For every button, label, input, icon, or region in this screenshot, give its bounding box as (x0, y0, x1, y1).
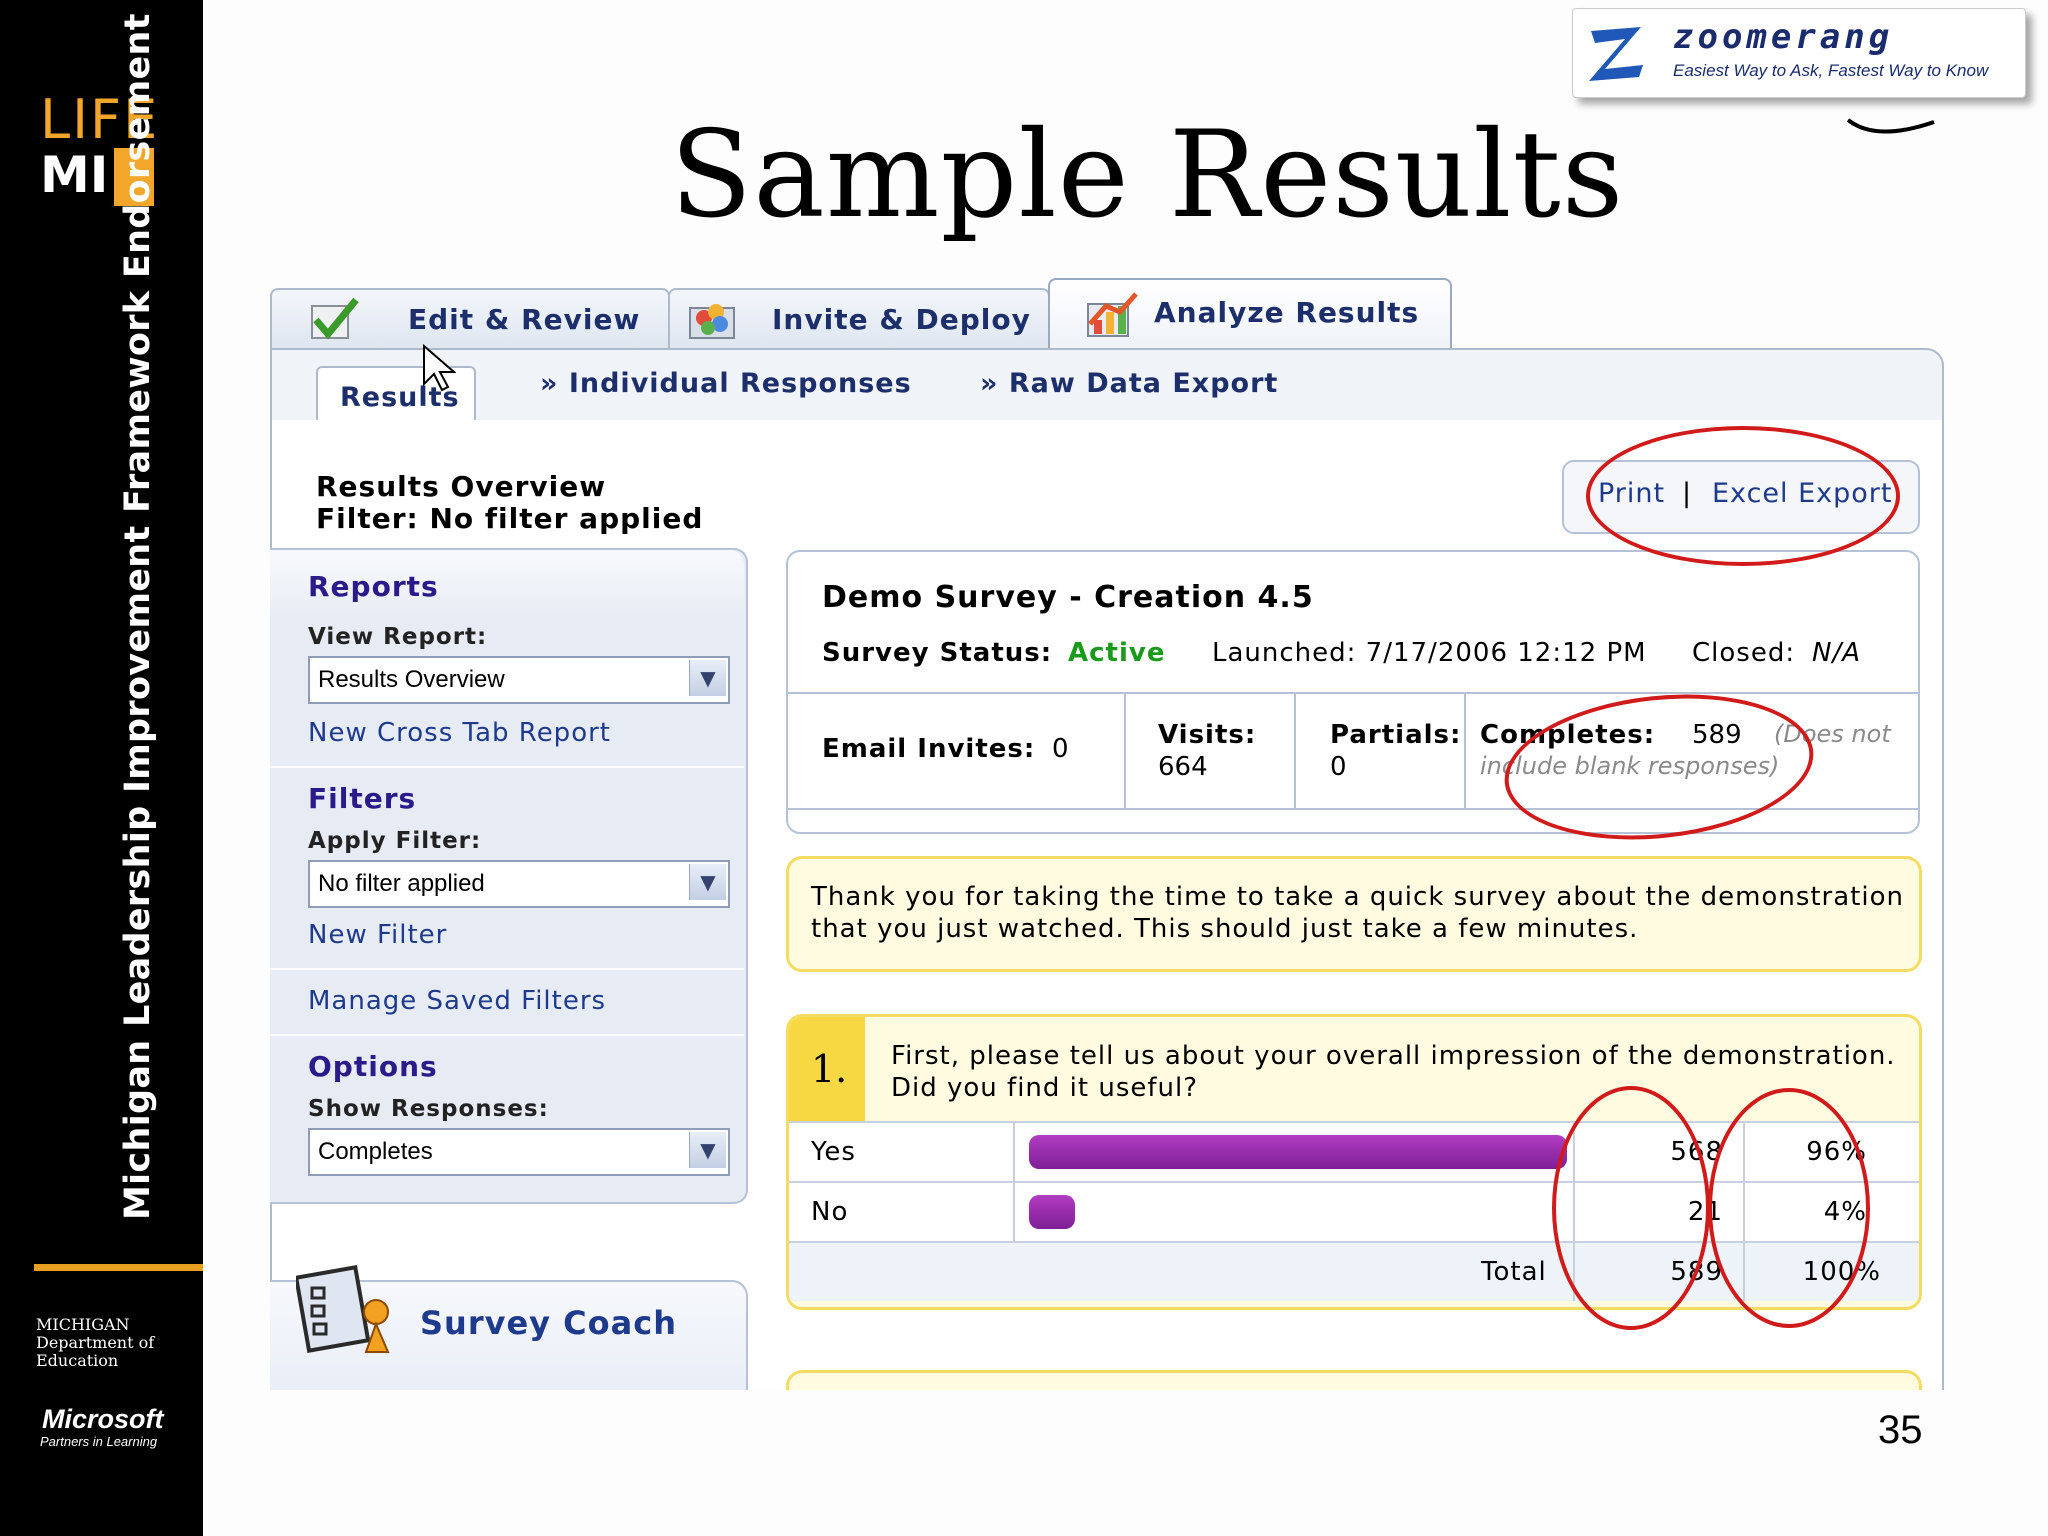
raw-data-export-link[interactable]: » Raw Data Export (980, 368, 1278, 399)
apply-filter-select[interactable]: No filter applied ▼ (308, 860, 730, 908)
side-title: Michigan Leadership Improvement Framewor… (118, 13, 158, 1220)
survey-coach-panel[interactable]: Survey Coach (270, 1265, 748, 1390)
annotation-circle (1552, 1086, 1710, 1330)
launched-date: Launched: 7/17/2006 12:12 PM (1212, 638, 1647, 668)
tab-edit-review[interactable]: Edit & Review (270, 288, 670, 348)
filter-status: Filter: No filter applied (316, 502, 704, 535)
survey-coach-label: Survey Coach (420, 1304, 677, 1342)
divider (270, 766, 744, 768)
question-text-line-1: First, please tell us about your overall… (891, 1041, 1896, 1071)
left-sidebar: Reports View Report: Results Overview ▼ … (270, 548, 748, 1204)
left-band: LIFE MI Michigan Leadership Improvement … (0, 0, 203, 1536)
tab-invite-deploy[interactable]: Invite & Deploy (668, 288, 1050, 348)
microsoft-logo: Microsoft (42, 1404, 164, 1434)
survey-status-label: Survey Status: (822, 638, 1053, 668)
view-report-select[interactable]: Results Overview ▼ (308, 656, 730, 704)
mi-logo-text: MI (40, 146, 109, 204)
zoomerang-logo: zoomerang Easiest Way to Ask, Fastest Wa… (1572, 8, 2026, 98)
zoomerang-tagline: Easiest Way to Ask, Fastest Way to Know (1673, 61, 1989, 80)
chart-icon (1087, 292, 1138, 337)
divider (1124, 694, 1126, 808)
page-number: 35 (1878, 1408, 1923, 1452)
chevron-down-icon[interactable]: ▼ (689, 864, 726, 900)
chevron-down-icon[interactable]: ▼ (689, 660, 726, 696)
closed-value: N/A (1812, 638, 1861, 668)
sub-navigation: » Individual Responses » Raw Data Export (270, 348, 1944, 422)
apply-filter-value: No filter applied (318, 870, 485, 897)
bar-cell (1013, 1123, 1575, 1181)
slide-title: Sample Results (670, 106, 1625, 245)
bar-cell (1013, 1183, 1575, 1241)
response-bar (1029, 1195, 1075, 1229)
zoomerang-z-icon (1589, 27, 1643, 81)
speech-tail-icon (1846, 118, 1935, 134)
annotation-circle (1586, 426, 1900, 566)
new-filter-link[interactable]: New Filter (308, 920, 447, 950)
apply-filter-label: Apply Filter: (308, 828, 482, 854)
filters-heading: Filters (308, 782, 417, 815)
results-overview-title: Results Overview (316, 470, 607, 503)
orange-divider (34, 1264, 203, 1271)
partials-label: Partials: (1330, 720, 1462, 750)
divider (1294, 694, 1296, 808)
zoomerang-name: zoomerang (1673, 17, 1894, 57)
microsoft-tagline: Partners in Learning (40, 1434, 158, 1449)
question-number-badge: 1. (789, 1017, 865, 1121)
response-bar (1029, 1135, 1567, 1169)
tab-invite-deploy-label: Invite & Deploy (772, 303, 1031, 336)
answer-label: Yes (811, 1137, 856, 1167)
answer-label: No (811, 1197, 849, 1227)
divider (1464, 694, 1466, 808)
visits-value: 664 (1158, 752, 1208, 782)
view-report-value: Results Overview (318, 666, 505, 693)
chevron-down-icon[interactable]: ▼ (689, 1132, 726, 1168)
annotation-circle (1708, 1088, 1870, 1328)
question-text-line-2: Did you find it useful? (891, 1073, 1199, 1103)
tab-edit-review-label: Edit & Review (408, 303, 641, 336)
individual-responses-link[interactable]: » Individual Responses (540, 368, 912, 399)
visits-label: Visits: (1158, 720, 1257, 750)
tab-analyze-results-label: Analyze Results (1154, 296, 1420, 329)
message-line-2: that you just watched. This should just … (811, 914, 1639, 944)
reports-heading: Reports (308, 570, 439, 603)
options-heading: Options (308, 1050, 438, 1083)
mde-logo: MICHIGAN Department of Education (36, 1316, 186, 1370)
question-number: 1. (811, 1047, 848, 1091)
email-invites-label: Email Invites: (822, 734, 1036, 764)
survey-status-value: Active (1068, 638, 1166, 668)
closed-label: Closed: (1692, 638, 1796, 668)
mde-logo-text: MICHIGAN Department of Education (36, 1315, 155, 1370)
mouse-cursor-icon (423, 344, 456, 392)
invite-icon (689, 304, 735, 339)
partials-value: 0 (1330, 752, 1347, 782)
show-responses-label: Show Responses: (308, 1096, 549, 1122)
email-invites-value: 0 (1052, 734, 1069, 764)
checkmark-icon (311, 297, 359, 340)
next-question-panel (786, 1370, 1922, 1390)
manage-saved-filters-link[interactable]: Manage Saved Filters (308, 986, 606, 1016)
message-line-1: Thank you for taking the time to take a … (811, 882, 1904, 912)
divider (270, 1034, 744, 1036)
view-report-label: View Report: (308, 624, 488, 650)
new-cross-tab-report-link[interactable]: New Cross Tab Report (308, 718, 611, 748)
tab-analyze-results[interactable]: Analyze Results (1048, 278, 1452, 350)
zoomerang-app: Edit & Review Invite & Deploy Analyze Re… (270, 278, 1944, 1390)
total-label: Total (1481, 1257, 1547, 1287)
coach-icon (296, 1265, 390, 1353)
show-responses-select[interactable]: Completes ▼ (308, 1128, 730, 1176)
show-responses-value: Completes (318, 1138, 433, 1165)
survey-intro-message: Thank you for taking the time to take a … (786, 856, 1922, 972)
survey-name: Demo Survey - Creation 4.5 (822, 580, 1314, 615)
divider (270, 968, 744, 970)
